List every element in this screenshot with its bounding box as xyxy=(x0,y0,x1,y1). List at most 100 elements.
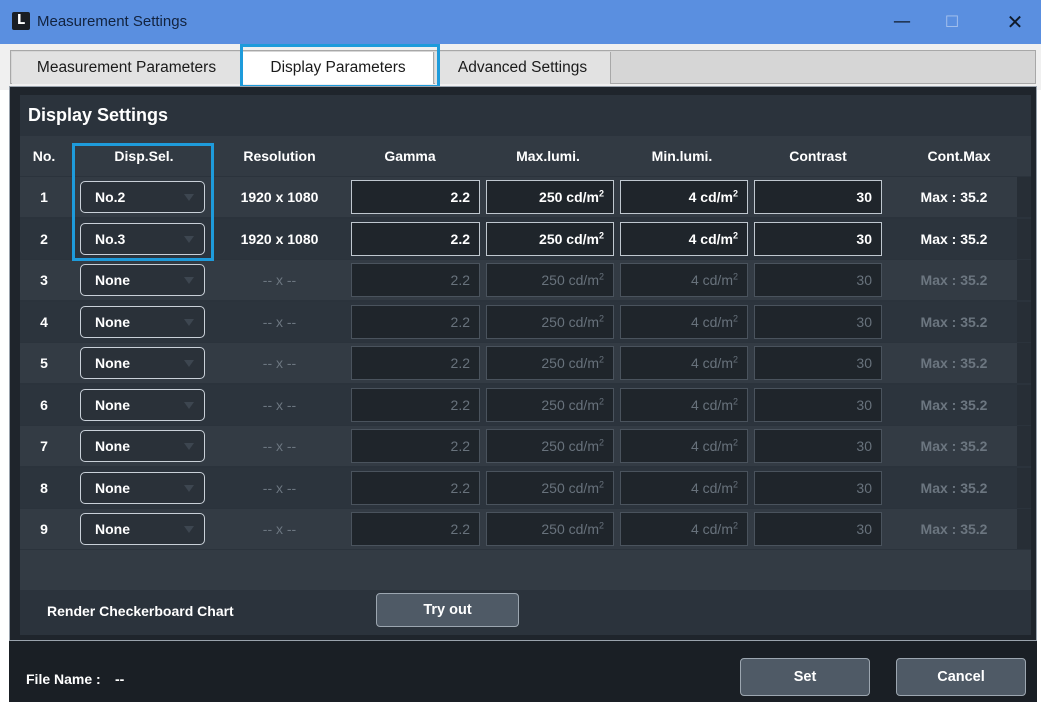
column-header-cont-max: Cont.Max xyxy=(887,136,1031,176)
table-row: 9 None -- x -- 2.2 250 cd/m2 4 cd/m2 30 Max : 3… xyxy=(20,509,1031,549)
disp-sel-value: None xyxy=(95,521,130,537)
min-lumi-value: 4 cd/m xyxy=(688,189,733,205)
resolution-value: -- x -- xyxy=(262,521,297,537)
unit-superscript: 2 xyxy=(598,396,604,407)
max-lumi-input: 250 cd/m2 xyxy=(486,512,614,546)
min-lumi-value: 4 cd/m xyxy=(690,438,733,454)
unit-superscript: 2 xyxy=(732,520,738,531)
disp-sel-dropdown[interactable]: No.3 xyxy=(80,223,205,255)
min-lumi-input[interactable]: 4 cd/m2 xyxy=(620,222,748,256)
row-number: 6 xyxy=(40,397,48,413)
row-scroll-edge xyxy=(1017,343,1031,383)
maximize-icon[interactable]: ☐ xyxy=(927,0,977,44)
max-lumi-value: 250 cd/m xyxy=(541,355,599,371)
table-row: 3 None -- x -- 2.2 250 cd/m2 4 cd/m2 30 Max : 3… xyxy=(20,260,1031,300)
dropdown-arrow-icon xyxy=(184,236,194,243)
cancel-button[interactable]: Cancel xyxy=(896,658,1026,696)
gamma-value: 2.2 xyxy=(450,231,470,247)
max-lumi-input[interactable]: 250 cd/m2 xyxy=(486,222,614,256)
min-lumi-value: 4 cd/m xyxy=(690,480,733,496)
column-header-gamma: Gamma xyxy=(339,136,481,176)
min-lumi-input: 4 cd/m2 xyxy=(620,305,748,339)
unit-superscript: 2 xyxy=(598,313,604,324)
table-row: 8 None -- x -- 2.2 250 cd/m2 4 cd/m2 30 Max : 3… xyxy=(20,468,1031,508)
render-checkerboard-label: Render Checkerboard Chart xyxy=(47,603,234,619)
row-number: 1 xyxy=(40,189,48,205)
min-lumi-value: 4 cd/m xyxy=(690,355,733,371)
contrast-input[interactable]: 30 xyxy=(754,222,882,256)
resolution-value: -- x -- xyxy=(262,480,297,496)
contrast-value: 30 xyxy=(856,438,872,454)
max-lumi-value: 250 cd/m xyxy=(539,231,599,247)
cont-max-value: Max : 35.2 xyxy=(920,355,988,371)
minimize-icon[interactable]: — xyxy=(877,0,927,44)
disp-sel-value: None xyxy=(95,480,130,496)
row-scroll-edge xyxy=(1017,260,1031,300)
min-lumi-input[interactable]: 4 cd/m2 xyxy=(620,180,748,214)
disp-sel-dropdown[interactable]: No.2 xyxy=(80,181,205,213)
resolution-value: -- x -- xyxy=(262,438,297,454)
table-empty-row xyxy=(20,550,1031,590)
max-lumi-value: 250 cd/m xyxy=(541,438,599,454)
cont-max-value: Max : 35.2 xyxy=(920,272,988,288)
table-row: 2 No.3 1920 x 1080 2.2 250 cd/m2 4 cd/m2 30 Max… xyxy=(20,219,1031,259)
gamma-value: 2.2 xyxy=(450,397,470,413)
tab-display-parameters[interactable]: Display Parameters xyxy=(243,52,434,84)
row-scroll-edge xyxy=(1017,302,1031,342)
gamma-input[interactable]: 2.2 xyxy=(351,222,480,256)
try-out-button[interactable]: Try out xyxy=(376,593,519,627)
disp-sel-dropdown[interactable]: None xyxy=(80,347,205,379)
disp-sel-dropdown[interactable]: None xyxy=(80,472,205,504)
close-icon[interactable]: ✕ xyxy=(990,0,1040,44)
dropdown-arrow-icon xyxy=(184,526,194,533)
min-lumi-value: 4 cd/m xyxy=(688,231,733,247)
gamma-input: 2.2 xyxy=(351,263,480,297)
contrast-input: 30 xyxy=(754,388,882,422)
min-lumi-input: 4 cd/m2 xyxy=(620,388,748,422)
unit-superscript: 2 xyxy=(732,313,738,324)
disp-sel-value: None xyxy=(95,355,130,371)
contrast-value: 30 xyxy=(856,397,872,413)
disp-sel-value: None xyxy=(95,438,130,454)
tab-measurement-parameters[interactable]: Measurement Parameters xyxy=(12,52,242,84)
dropdown-arrow-icon xyxy=(184,485,194,492)
max-lumi-input[interactable]: 250 cd/m2 xyxy=(486,180,614,214)
max-lumi-input: 250 cd/m2 xyxy=(486,471,614,505)
cont-max-value: Max : 35.2 xyxy=(920,397,988,413)
gamma-value: 2.2 xyxy=(450,480,470,496)
disp-sel-dropdown[interactable]: None xyxy=(80,306,205,338)
contrast-value: 30 xyxy=(856,480,872,496)
contrast-input: 30 xyxy=(754,471,882,505)
disp-sel-dropdown[interactable]: None xyxy=(80,513,205,545)
contrast-value: 30 xyxy=(856,272,872,288)
cont-max-value: Max : 35.2 xyxy=(920,521,988,537)
disp-sel-dropdown[interactable]: None xyxy=(80,389,205,421)
row-scroll-edge xyxy=(1017,426,1031,466)
contrast-input[interactable]: 30 xyxy=(754,180,882,214)
min-lumi-value: 4 cd/m xyxy=(690,272,733,288)
disp-sel-dropdown[interactable]: None xyxy=(80,430,205,462)
contrast-input: 30 xyxy=(754,305,882,339)
row-scroll-edge xyxy=(1017,468,1031,508)
contrast-value: 30 xyxy=(856,231,872,247)
set-button[interactable]: Set xyxy=(740,658,870,696)
contrast-input: 30 xyxy=(754,346,882,380)
min-lumi-input: 4 cd/m2 xyxy=(620,512,748,546)
min-lumi-input: 4 cd/m2 xyxy=(620,429,748,463)
dropdown-arrow-icon xyxy=(184,277,194,284)
tab-advanced-settings[interactable]: Advanced Settings xyxy=(435,52,611,84)
gamma-value: 2.2 xyxy=(450,189,470,205)
disp-sel-dropdown[interactable]: None xyxy=(80,264,205,296)
disp-sel-value: No.3 xyxy=(95,231,126,247)
resolution-value: -- x -- xyxy=(262,397,297,413)
contrast-input: 30 xyxy=(754,263,882,297)
max-lumi-value: 250 cd/m xyxy=(541,314,599,330)
dropdown-arrow-icon xyxy=(184,319,194,326)
row-number: 5 xyxy=(40,355,48,371)
gamma-input: 2.2 xyxy=(351,471,480,505)
unit-superscript: 2 xyxy=(732,354,738,365)
cont-max-value: Max : 35.2 xyxy=(920,189,988,205)
gamma-input[interactable]: 2.2 xyxy=(351,180,480,214)
cont-max-value: Max : 35.2 xyxy=(920,314,988,330)
gamma-value: 2.2 xyxy=(450,272,470,288)
